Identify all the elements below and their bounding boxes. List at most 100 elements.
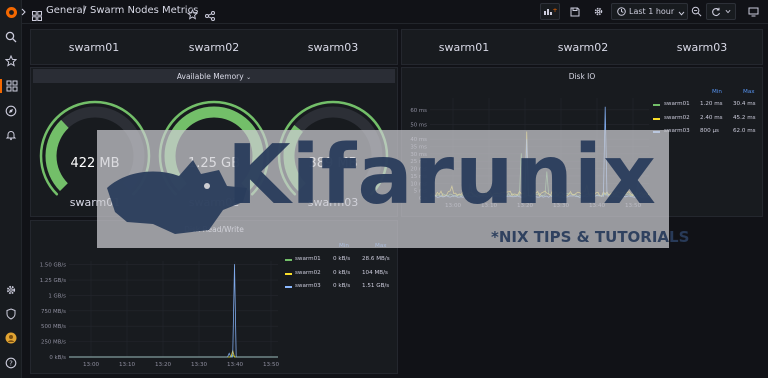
legend-name[interactable]: swarm03 bbox=[295, 283, 321, 289]
legend-swatch-swarm02 bbox=[285, 273, 292, 275]
expand-sidebar-chevron-icon[interactable] bbox=[21, 5, 29, 19]
y-tick-label: 0 s bbox=[419, 196, 427, 202]
starred-icon[interactable] bbox=[4, 54, 18, 68]
legend-name[interactable]: swarm02 bbox=[295, 270, 321, 276]
available-memory-panel: Available Memory ⌄ 422 MB 1.25 GB 389 MB… bbox=[30, 67, 398, 217]
y-tick-label: 1.50 GB/s bbox=[40, 263, 66, 269]
gauge-value-swarm01: 422 MB bbox=[70, 156, 120, 171]
x-tick-label: 13:30 bbox=[191, 362, 208, 368]
y-tick-label: 1.25 GB/s bbox=[40, 278, 66, 284]
legend-name[interactable]: swarm02 bbox=[664, 115, 690, 121]
time-range-label: Last 1 hour bbox=[629, 7, 675, 16]
x-tick-label: 13:50 bbox=[625, 203, 642, 209]
y-tick-label: 500 MB/s bbox=[41, 324, 66, 330]
time-range-picker[interactable]: Last 1 hour bbox=[611, 3, 688, 20]
disk-read-write-panel: Disk Read/Write 0 kB/s 250 MB/s 500 MB/s 75… bbox=[30, 220, 398, 374]
y-tick-label: 5 ms bbox=[414, 189, 427, 195]
node-name-swarm02: swarm02 bbox=[188, 41, 240, 54]
node-name-swarm01: swarm01 bbox=[68, 41, 120, 54]
x-tick-label: 13:10 bbox=[119, 362, 136, 368]
tv-mode-icon[interactable] bbox=[744, 3, 762, 20]
top-navbar: General / Swarm Nodes Metrics + Last 1 h… bbox=[21, 0, 768, 25]
x-tick-label: 13:20 bbox=[517, 203, 534, 209]
gauge-value-swarm02: 1.25 GB bbox=[187, 156, 241, 171]
share-icon[interactable] bbox=[205, 6, 215, 25]
legend-min: 800 µs bbox=[700, 128, 719, 134]
server-admin-shield-icon[interactable] bbox=[4, 307, 18, 321]
legend-header-max: Max bbox=[743, 89, 755, 95]
disk-io-chart[interactable]: 0 s5 ms 10 ms15 ms20 ms 25 ms30 ms35 ms 40 … bbox=[402, 68, 652, 218]
dashboard-settings-gear-icon[interactable] bbox=[589, 3, 607, 20]
x-tick-label: 13:00 bbox=[83, 362, 100, 368]
node-name-swarm03: swarm03 bbox=[676, 41, 728, 54]
legend-max: 62.0 ms bbox=[733, 128, 756, 134]
gauge-value-swarm03: 389 MB bbox=[308, 156, 358, 171]
series-line-swarm02 bbox=[69, 349, 278, 358]
series-line-swarm01 bbox=[429, 153, 650, 198]
legend-swatch-swarm01 bbox=[653, 104, 660, 106]
x-tick-label: 13:00 bbox=[445, 203, 462, 209]
sidebar: ? bbox=[0, 0, 22, 378]
explore-icon[interactable] bbox=[4, 104, 18, 118]
legend-min: 0 kB/s bbox=[333, 283, 351, 289]
x-tick-label: 13:40 bbox=[589, 203, 606, 209]
y-tick-label: 50 ms bbox=[410, 122, 427, 128]
disk-read-write-chart[interactable]: 0 kB/s 250 MB/s 500 MB/s 750 MB/s 1 GB/s 1.25… bbox=[31, 221, 281, 375]
y-tick-label: 250 MB/s bbox=[41, 340, 66, 346]
user-avatar[interactable] bbox=[4, 331, 18, 345]
legend-swatch-swarm02 bbox=[653, 118, 660, 120]
node-names-panel-right: swarm01 swarm02 swarm03 bbox=[401, 29, 763, 65]
alerting-bell-icon[interactable] bbox=[4, 128, 18, 142]
series-line-swarm03 bbox=[429, 106, 650, 198]
gauge-track bbox=[283, 106, 383, 191]
empty-dashboard-area bbox=[401, 220, 763, 374]
gauge-fill-swarm02 bbox=[164, 106, 264, 191]
legend-swatch-swarm01 bbox=[285, 259, 292, 261]
configuration-gear-icon[interactable] bbox=[4, 283, 18, 297]
dashboard-title[interactable]: Swarm Nodes Metrics bbox=[90, 5, 198, 16]
y-tick-label: 1 GB/s bbox=[48, 293, 66, 299]
star-dashboard-icon[interactable] bbox=[186, 5, 199, 24]
legend-header-max: Max bbox=[375, 243, 387, 249]
gauge-name-swarm02: swarm02 bbox=[188, 196, 240, 209]
legend-swatch-swarm03 bbox=[653, 131, 660, 133]
clock-icon bbox=[617, 7, 626, 18]
x-tick-label: 13:10 bbox=[481, 203, 498, 209]
y-tick-label: 30 ms bbox=[410, 152, 427, 158]
y-tick-label: 20 ms bbox=[410, 167, 427, 173]
legend-max: 28.6 MB/s bbox=[362, 256, 390, 262]
legend-max: 104 MB/s bbox=[362, 270, 388, 276]
y-tick-label: 10 ms bbox=[410, 181, 427, 187]
legend-name[interactable]: swarm01 bbox=[295, 256, 321, 262]
breadcrumb-separator: / bbox=[83, 5, 87, 16]
node-name-swarm02: swarm02 bbox=[557, 41, 609, 54]
x-tick-label: 13:30 bbox=[553, 203, 570, 209]
legend-max: 30.4 ms bbox=[733, 101, 756, 107]
legend-name[interactable]: swarm01 bbox=[664, 101, 690, 107]
search-icon[interactable] bbox=[4, 30, 18, 44]
node-names-panel-left: swarm01 swarm02 swarm03 bbox=[30, 29, 398, 65]
node-name-swarm03: swarm03 bbox=[307, 41, 359, 54]
legend-name[interactable]: swarm03 bbox=[664, 128, 690, 134]
series-line-swarm02 bbox=[429, 131, 650, 197]
help-icon[interactable]: ? bbox=[4, 356, 18, 370]
add-panel-button[interactable]: + bbox=[540, 3, 560, 20]
node-name-swarm01: swarm01 bbox=[438, 41, 490, 54]
refresh-button[interactable] bbox=[706, 3, 736, 20]
x-tick-label: 13:20 bbox=[155, 362, 172, 368]
y-tick-label: 15 ms bbox=[410, 174, 427, 180]
gauge-name-swarm03: swarm03 bbox=[307, 196, 359, 209]
gauge-name-swarm01: swarm01 bbox=[69, 196, 121, 209]
legend-min: 2.40 ms bbox=[700, 115, 723, 121]
y-tick-label: 35 ms bbox=[410, 145, 427, 151]
disk-io-panel: Disk IO 0 s5 ms 10 ms 15 ms 20 ms 25 ms 30 ms… bbox=[401, 67, 763, 217]
y-tick-label: 25 ms bbox=[410, 159, 427, 165]
grafana-logo-icon[interactable] bbox=[4, 5, 18, 19]
dashboards-icon[interactable] bbox=[0, 79, 22, 93]
legend-max: 45.2 ms bbox=[733, 115, 756, 121]
zoom-out-icon[interactable] bbox=[687, 3, 705, 20]
legend-max: 1.51 GB/s bbox=[362, 283, 390, 289]
breadcrumb-folder-link[interactable]: General bbox=[46, 5, 85, 16]
y-tick-label: 60 ms bbox=[410, 108, 427, 114]
save-dashboard-icon[interactable] bbox=[566, 3, 584, 20]
